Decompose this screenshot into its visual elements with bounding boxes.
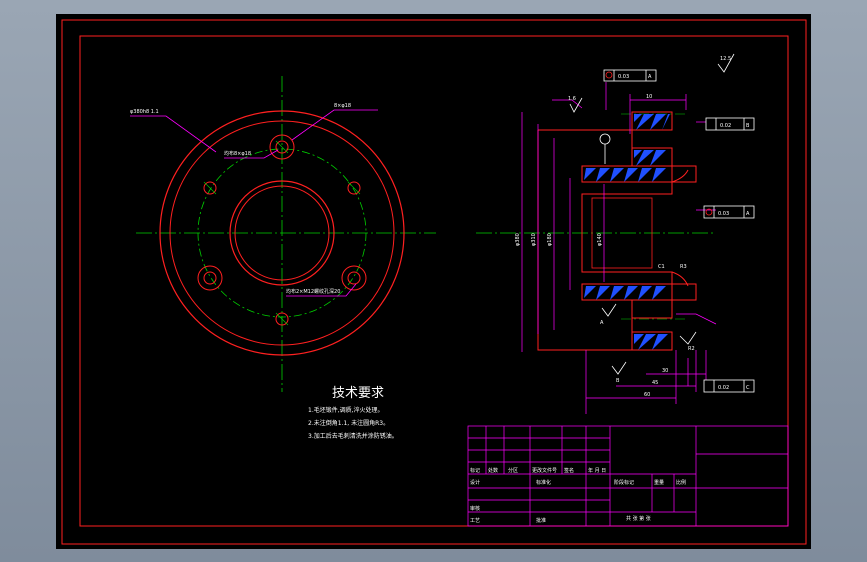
label-bottom: 均布2×M12螺纹孔深20 (286, 288, 340, 295)
tb-weight: 重量 (654, 479, 664, 486)
dim-top: 10 (646, 94, 652, 100)
tb-checker: 审核 (470, 505, 480, 512)
dim-bottom-2: 45 (652, 380, 658, 386)
tb-stage: 阶段标记 (614, 479, 634, 486)
tech-title: 技术要求 (332, 386, 384, 401)
dim-in: φ180 (547, 233, 553, 246)
fcf-top-datum: A (648, 74, 652, 80)
dim-bottom-1: 60 (644, 392, 650, 398)
tb-sheets: 共 张 第 张 (626, 515, 651, 522)
section-view: 12.5 1.6 0.03 A 0.02 B 0.03 A 0.02 C 10 … (476, 53, 755, 414)
tech-note-1: 1.毛坯锻件,调质,淬火处理。 (308, 406, 384, 414)
tb-standard: 标准化 (536, 479, 551, 486)
hatch-bottom (581, 283, 673, 351)
tb-scale: 比例 (676, 479, 686, 486)
dim-r: R3 (680, 264, 687, 270)
tb-zone: 分区 (508, 467, 518, 474)
tech-note-3: 3.加工后去毛刺清洗并涂防锈油。 (308, 432, 398, 440)
dim-bottom-3: 30 (662, 368, 668, 374)
tb-process: 工艺 (470, 518, 480, 524)
fcf-right-value: 0.02 (720, 123, 731, 129)
datum-a-label: A (600, 320, 604, 326)
leader-outer (130, 115, 217, 153)
outer-frame (61, 19, 807, 545)
dim-mid: φ310 (531, 233, 537, 246)
fcf-mid-value: 0.03 (718, 211, 729, 217)
tb-designer: 设计 (470, 479, 480, 486)
fcf-right-datum: B (746, 123, 750, 129)
hatch-top (581, 111, 673, 183)
drawing-viewport[interactable]: φ380h8 1.1 8×φ18 均布8×φ18 均布2×M12螺纹孔深20 技… (56, 14, 811, 549)
roughness-left-label: 1.6 (568, 96, 576, 102)
fcf-mid-datum: A (746, 211, 750, 217)
tb-doc: 更改文件号 (532, 467, 557, 474)
leader-hole (291, 109, 378, 141)
label-hole: 8×φ18 (334, 103, 351, 109)
inner-frame (79, 35, 789, 527)
plan-view: φ380h8 1.1 8×φ18 均布8×φ18 均布2×M12螺纹孔深20 (130, 76, 436, 392)
tb-date: 年 月 日 (588, 467, 606, 474)
dim-c: C1 (658, 264, 665, 270)
tech-note-2: 2.未注倒角1.1, 未注圆角R3。 (308, 419, 389, 427)
dimension-lines (521, 82, 717, 414)
datum-b-label: B (616, 378, 620, 384)
tb-sign: 签名 (564, 467, 574, 474)
dim-outer: φ380 (515, 233, 521, 246)
label-outer-dia: φ380h8 1.1 (130, 109, 159, 115)
tb-approve: 批准 (536, 517, 546, 524)
dim-bore: φ140 (597, 233, 603, 246)
label-pcd: 均布8×φ18 (224, 150, 251, 157)
roughness-top-label: 12.5 (720, 56, 731, 62)
fcf-bottom-value: 0.02 (718, 385, 729, 391)
roughness-r-label: R2 (688, 346, 695, 352)
title-block: 标记 处数 分区 更改文件号 签名 年 月 日 设计 标准化 阶段标记 重量 比… (467, 425, 789, 527)
fcf-bottom-datum: C (746, 385, 750, 391)
section-outline (537, 129, 697, 351)
cad-drawing: φ380h8 1.1 8×φ18 均布8×φ18 均布2×M12螺纹孔深20 技… (61, 19, 807, 545)
tech-requirements: 技术要求 1.毛坯锻件,调质,淬火处理。 2.未注倒角1.1, 未注圆角R3。 … (308, 386, 398, 440)
tb-count: 处数 (488, 467, 498, 474)
fcf-frames (603, 69, 755, 393)
fcf-top-value: 0.03 (618, 74, 629, 80)
tb-mark: 标记 (470, 467, 480, 474)
